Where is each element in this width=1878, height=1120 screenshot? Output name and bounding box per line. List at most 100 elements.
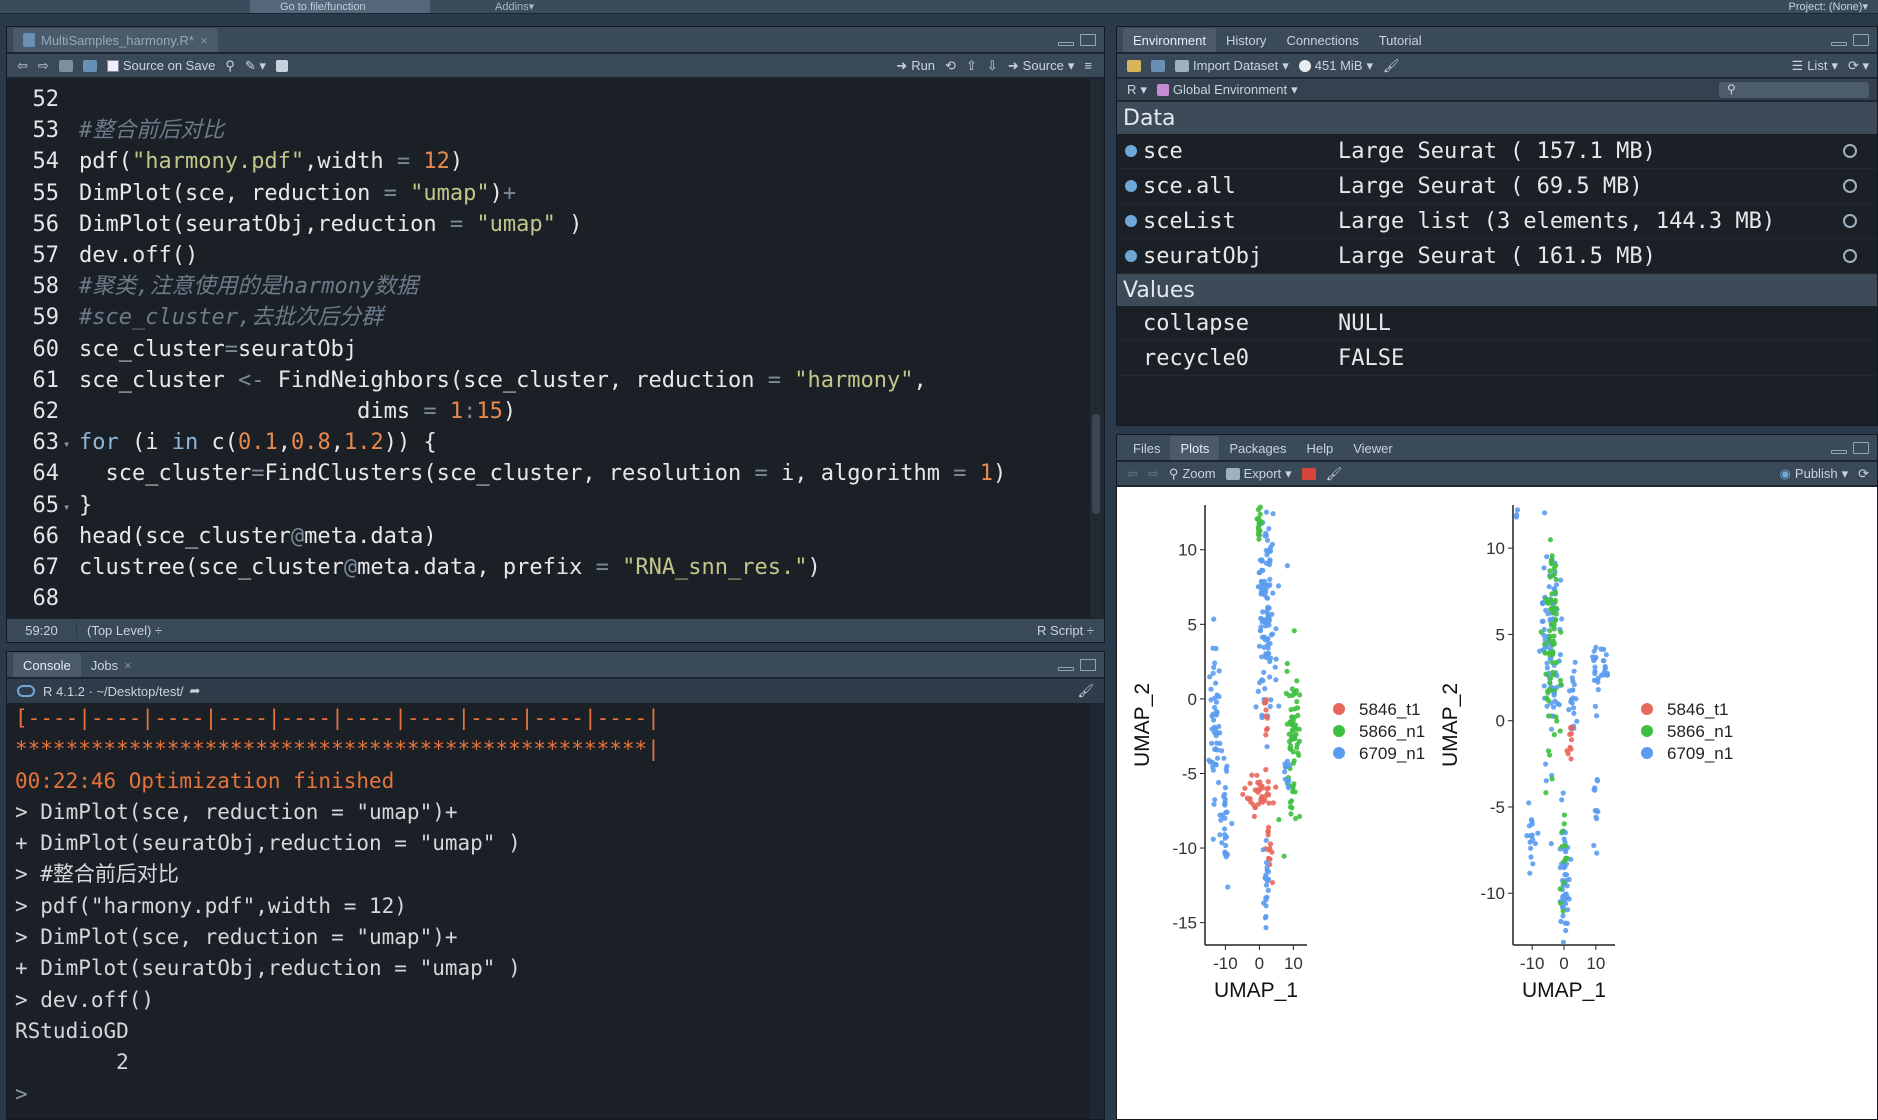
fold-toggle-icon[interactable]: ▾ xyxy=(63,492,70,523)
save-workspace-icon[interactable] xyxy=(1151,59,1165,72)
code-line[interactable]: sce_cluster=seuratObj xyxy=(79,334,357,365)
code-line[interactable]: head(sce_cluster@meta.data) xyxy=(79,521,437,552)
clear-plots-icon[interactable]: 🖌 xyxy=(1326,466,1343,482)
code-line[interactable]: DimPlot(sce, reduction = "umap")+ xyxy=(79,178,516,209)
view-object-icon[interactable] xyxy=(1843,249,1857,263)
tab-help[interactable]: Help xyxy=(1296,436,1343,460)
source-on-save-checkbox[interactable]: Source on Save xyxy=(106,58,215,73)
run-button[interactable]: ➜ Run xyxy=(896,58,935,74)
tab-environment[interactable]: Environment xyxy=(1123,28,1216,52)
compile-report-icon[interactable] xyxy=(275,59,288,72)
values-section-header[interactable]: Values xyxy=(1117,274,1877,306)
back-arrow-icon[interactable]: ⇦ xyxy=(17,58,28,74)
go-to-file-input[interactable]: Go to file/function xyxy=(250,0,430,13)
env-data-row[interactable]: sce.all Large Seurat ( 69.5 MB) xyxy=(1117,169,1877,204)
checkbox-icon[interactable] xyxy=(106,59,119,72)
fold-toggle-icon[interactable]: ▾ xyxy=(63,429,70,460)
minimize-icon[interactable] xyxy=(1058,42,1074,46)
minimize-icon[interactable] xyxy=(1831,42,1847,46)
zoom-button[interactable]: ⚲ Zoom xyxy=(1169,466,1216,482)
code-line[interactable]: DimPlot(seuratObj,reduction = "umap" ) xyxy=(79,209,582,240)
language-select[interactable]: R ▾ xyxy=(1127,82,1147,98)
show-in-window-icon[interactable] xyxy=(58,59,73,72)
code-line[interactable]: #整合前后对比 xyxy=(79,115,224,146)
clear-workspace-icon[interactable]: 🖌 xyxy=(1383,58,1400,74)
clear-console-icon[interactable]: 🖌 xyxy=(1077,683,1094,699)
view-object-icon[interactable] xyxy=(1843,179,1857,193)
code-line[interactable]: dev.off() xyxy=(79,240,198,271)
view-mode-button[interactable]: ☰ List ▾ xyxy=(1792,58,1838,74)
scope-level-menu[interactable]: (Top Level) ÷ xyxy=(87,623,162,638)
maximize-icon[interactable] xyxy=(1853,442,1869,454)
maximize-icon[interactable] xyxy=(1853,34,1869,46)
expand-object-icon[interactable] xyxy=(1125,215,1137,227)
import-dataset-button[interactable]: Import Dataset ▾ xyxy=(1175,58,1289,74)
addins-menu[interactable]: Addins ▾ xyxy=(455,0,534,14)
environment-select[interactable]: Global Environment ▾ xyxy=(1156,82,1298,98)
view-object-icon[interactable] xyxy=(1843,214,1857,228)
previous-plot-icon[interactable]: ⇦ xyxy=(1127,466,1138,482)
tab-viewer[interactable]: Viewer xyxy=(1343,436,1403,460)
editor-tab[interactable]: MultiSamples_harmony.R* × xyxy=(13,28,218,52)
code-line[interactable]: dims = 1:15) xyxy=(79,396,516,427)
code-line[interactable]: for (i in c(0.1,0.8,1.2)) { xyxy=(79,427,437,458)
code-line[interactable]: clustree(sce_cluster@meta.data, prefix =… xyxy=(79,552,821,583)
code-line[interactable]: sce_cluster <- FindNeighbors(sce_cluster… xyxy=(79,365,927,396)
tab-connections[interactable]: Connections xyxy=(1276,28,1368,52)
close-tab-icon[interactable]: × xyxy=(124,658,132,673)
expand-object-icon[interactable] xyxy=(1125,180,1137,192)
env-value-row[interactable]: collapse NULL xyxy=(1117,306,1877,341)
code-line[interactable]: } xyxy=(79,490,92,521)
tab-console[interactable]: Console xyxy=(13,653,81,677)
file-type-menu[interactable]: R Script ÷ xyxy=(1037,623,1094,638)
code-line[interactable]: #聚类,注意使用的是harmony数据 xyxy=(79,271,418,302)
go-to-directory-icon[interactable]: ➦ xyxy=(190,683,201,699)
expand-object-icon[interactable] xyxy=(1125,250,1137,262)
down-arrow-icon[interactable]: ⇩ xyxy=(987,58,998,74)
save-icon[interactable] xyxy=(82,59,97,72)
memory-usage-button[interactable]: 451 MiB ▾ xyxy=(1298,58,1373,74)
code-tools-icon[interactable]: ✎ ▾ xyxy=(245,58,266,74)
refresh-icon[interactable]: ⟳ ▾ xyxy=(1848,58,1869,74)
next-plot-icon[interactable]: ⇨ xyxy=(1148,466,1159,482)
umap-point xyxy=(1549,776,1555,782)
tab-history[interactable]: History xyxy=(1216,28,1276,52)
refresh-plot-icon[interactable]: ⟳ xyxy=(1858,466,1869,482)
env-value-row[interactable]: recycle0 FALSE xyxy=(1117,341,1877,376)
code-line[interactable]: #sce_cluster,去批次后分群 xyxy=(79,302,383,333)
maximize-icon[interactable] xyxy=(1080,34,1096,46)
tab-packages[interactable]: Packages xyxy=(1219,436,1296,460)
env-data-row[interactable]: seuratObj Large Seurat ( 161.5 MB) xyxy=(1117,239,1877,274)
up-arrow-icon[interactable]: ⇧ xyxy=(966,58,977,74)
publish-button[interactable]: ◉ Publish ▾ xyxy=(1780,466,1849,482)
expand-object-icon[interactable] xyxy=(1125,145,1137,157)
project-menu[interactable]: Project: (None) ▾ xyxy=(1788,0,1868,14)
env-data-row[interactable]: sceList Large list (3 elements, 144.3 MB) xyxy=(1117,204,1877,239)
tab-tutorial[interactable]: Tutorial xyxy=(1369,28,1432,52)
tab-files[interactable]: Files xyxy=(1123,436,1170,460)
tab-plots[interactable]: Plots xyxy=(1170,436,1220,460)
tab-jobs[interactable]: Jobs × xyxy=(81,653,142,677)
forward-arrow-icon[interactable]: ⇨ xyxy=(38,58,49,74)
editor-scroll-thumb[interactable] xyxy=(1092,414,1100,514)
source-button[interactable]: ➜ Source ▾ xyxy=(1008,58,1075,74)
view-object-icon[interactable] xyxy=(1843,144,1857,158)
minimize-icon[interactable] xyxy=(1058,667,1074,671)
outline-icon[interactable]: ≡ xyxy=(1084,58,1092,73)
code-editor[interactable]: 52 53 #整合前后对比 54 pdf("harmony.pdf",width = 1… xyxy=(7,79,1092,619)
search-icon[interactable]: ⚲ xyxy=(225,58,235,74)
close-tab-icon[interactable]: × xyxy=(200,33,208,48)
load-workspace-icon[interactable] xyxy=(1127,59,1141,72)
console-output[interactable]: [----|----|----|----|----|----|----|----… xyxy=(7,703,1090,1119)
env-data-row[interactable]: sce Large Seurat ( 157.1 MB) xyxy=(1117,134,1877,169)
code-line[interactable]: pdf("harmony.pdf",width = 12) xyxy=(79,146,463,177)
export-button[interactable]: Export ▾ xyxy=(1225,466,1292,482)
rerun-icon[interactable]: ⟲ xyxy=(945,58,956,74)
environment-search-input[interactable]: ⚲ xyxy=(1719,82,1869,98)
code-line[interactable]: sce_cluster=FindClusters(sce_cluster, re… xyxy=(79,458,1006,489)
minimize-icon[interactable] xyxy=(1831,450,1847,454)
data-section-header[interactable]: Data xyxy=(1117,102,1877,134)
remove-plot-icon[interactable] xyxy=(1301,467,1316,480)
maximize-icon[interactable] xyxy=(1080,659,1096,671)
editor-scrollbar[interactable] xyxy=(1090,79,1102,619)
